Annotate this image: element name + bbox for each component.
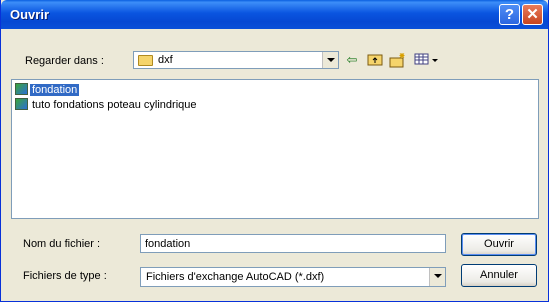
look-in-combo[interactable]: dxf [133, 51, 339, 69]
dialog-title: Ouvrir [10, 7, 50, 22]
close-button[interactable]: ✕ [522, 4, 543, 25]
open-button[interactable]: Ouvrir [461, 233, 537, 256]
list-item[interactable]: tuto fondations poteau cylindrique [15, 98, 199, 113]
filename-label: Nom du fichier : [23, 238, 101, 250]
dxf-file-icon [15, 83, 28, 95]
filetype-combo[interactable]: Fichiers d'exchange AutoCAD (*.dxf) [140, 267, 446, 287]
file-name: fondation [30, 84, 80, 96]
look-in-value: dxf [158, 54, 173, 66]
list-item[interactable]: fondation [15, 83, 80, 98]
dxf-file-icon [15, 98, 28, 110]
new-folder-icon[interactable] [389, 52, 407, 68]
filetype-value: Fichiers d'exchange AutoCAD (*.dxf) [146, 271, 325, 283]
chevron-down-icon[interactable] [322, 52, 338, 68]
folder-icon [138, 55, 153, 66]
cancel-button[interactable]: Annuler [461, 264, 537, 287]
title-bar[interactable]: Ouvrir ? ✕ [1, 0, 548, 29]
look-in-label: Regarder dans : [25, 55, 104, 67]
chevron-down-icon[interactable] [429, 268, 445, 286]
file-name: tuto fondations poteau cylindrique [32, 99, 197, 111]
up-folder-icon[interactable] [366, 52, 384, 68]
filetype-label: Fichiers de type : [23, 270, 107, 282]
open-dialog: Ouvrir ? ✕ Regarder dans : dxf ⇦ fondati… [0, 0, 549, 302]
back-arrow-icon[interactable]: ⇦ [343, 52, 361, 68]
filename-field[interactable] [140, 234, 446, 253]
help-button[interactable]: ? [499, 4, 520, 25]
filename-input[interactable] [141, 235, 445, 252]
view-menu-icon[interactable] [414, 52, 440, 68]
file-list[interactable]: fondation tuto fondations poteau cylindri… [11, 79, 539, 219]
